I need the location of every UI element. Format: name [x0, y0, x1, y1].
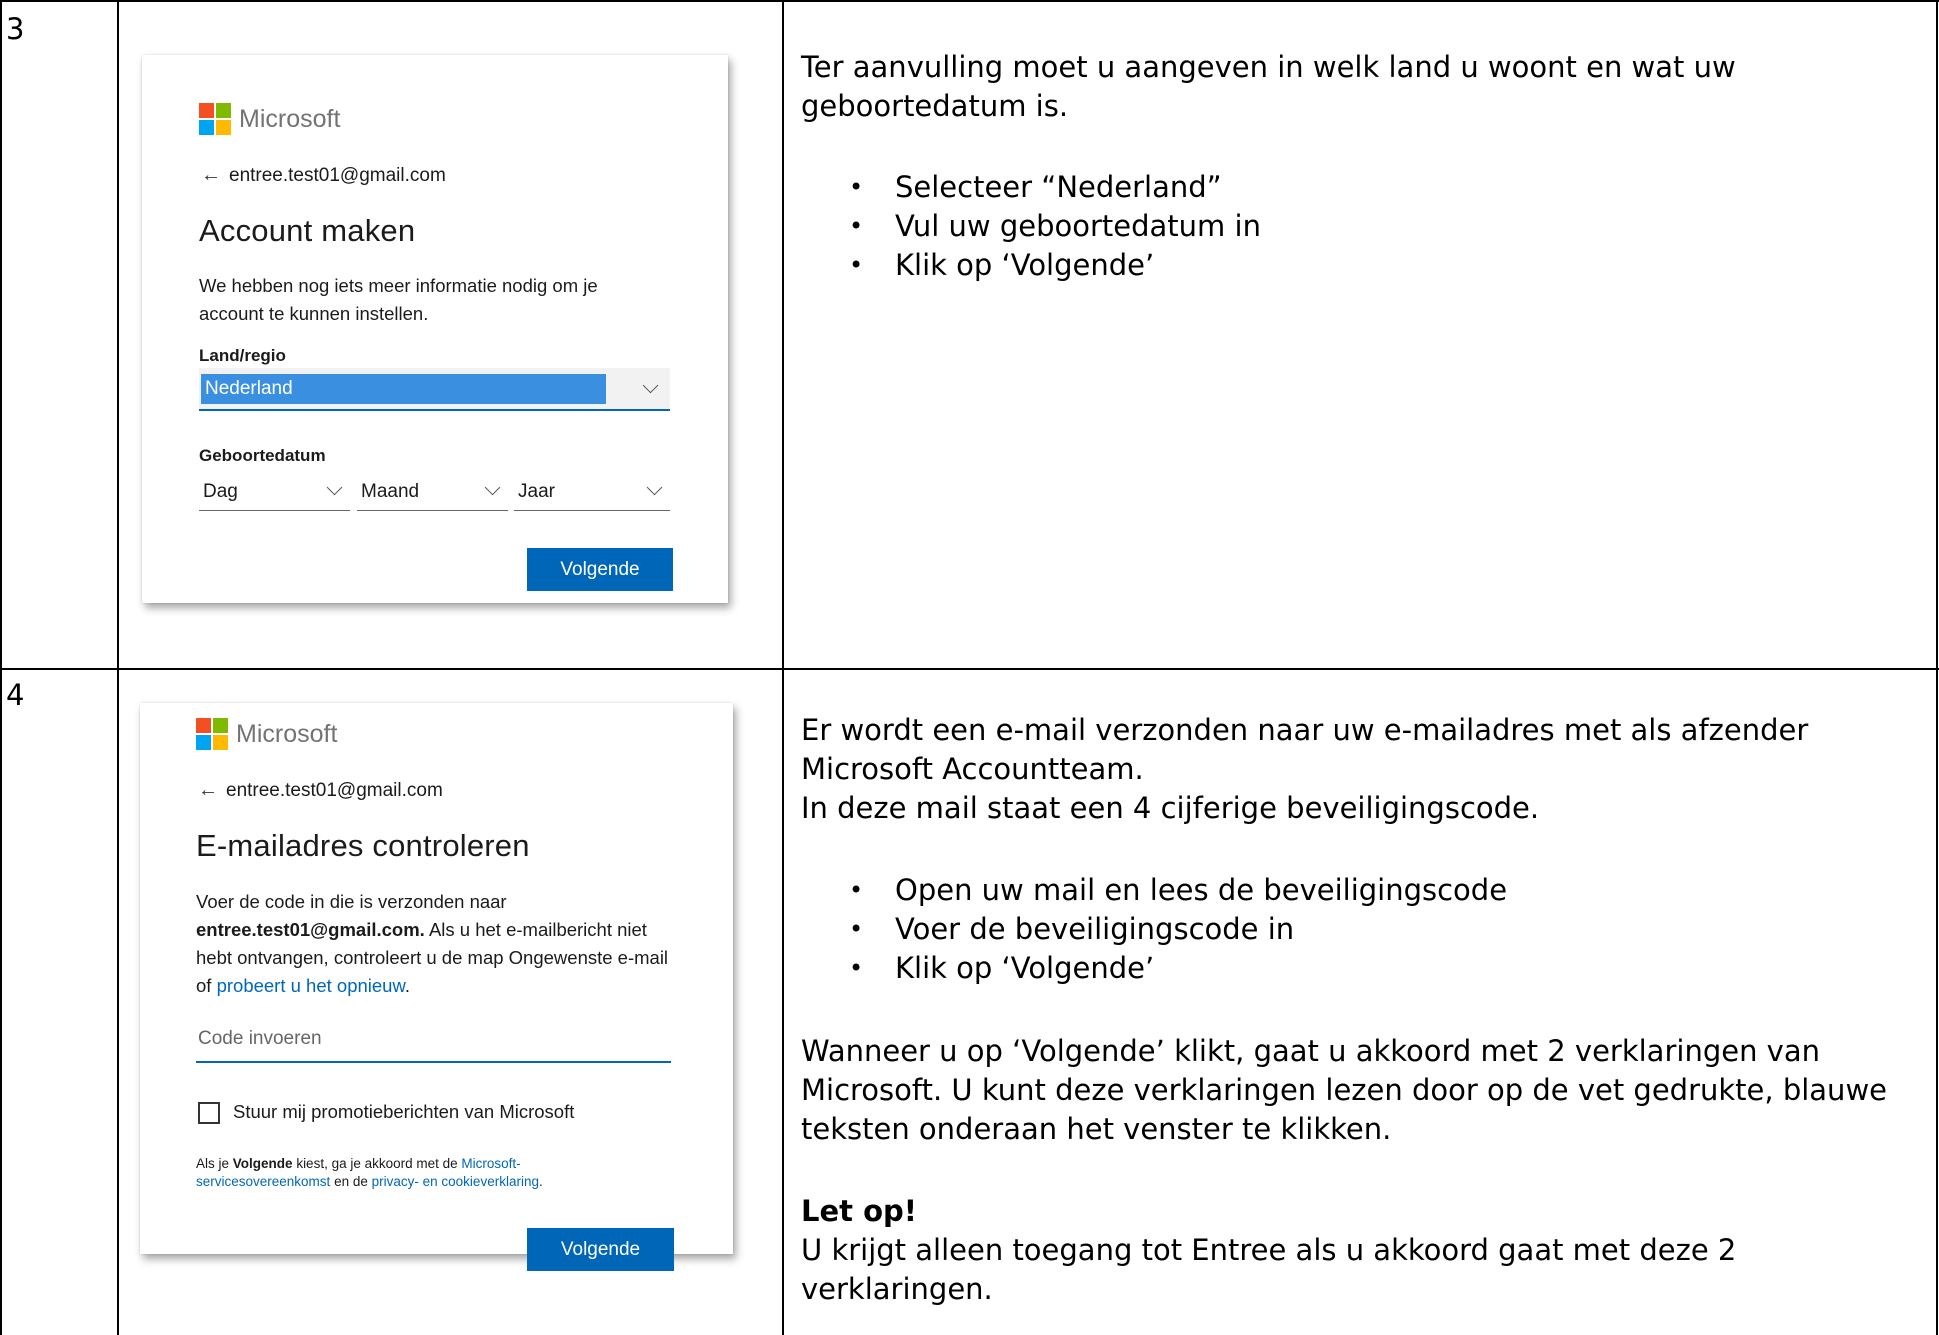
- microsoft-logo-icon: [196, 718, 228, 750]
- card-intro: We hebben nog iets meer informatie nodig…: [199, 275, 598, 324]
- card-title: Account maken: [199, 213, 416, 248]
- instructions-list: Selecteer “Nederland” Vul uw geboortedat…: [849, 168, 1261, 285]
- microsoft-logo: Microsoft: [199, 103, 340, 135]
- intro-text: Voer de code in die is verzonden naar: [196, 891, 507, 912]
- chevron-down-icon: [484, 479, 501, 496]
- microsoft-logo: Microsoft: [196, 718, 337, 750]
- list-item: Open uw mail en lees de beveiligingscode: [849, 871, 1507, 910]
- chevron-down-icon: [326, 479, 343, 496]
- instructions-paragraph-2: In deze mail staat een 4 cijferige bevei…: [801, 791, 1540, 825]
- instructions-paragraph-1: Er wordt een e-mail verzonden naar uw e-…: [801, 713, 1809, 786]
- email-verify-screenshot: Microsoft ← entree.test01@gmail.com E-ma…: [140, 703, 733, 1271]
- instructions-list: Open uw mail en lees de beveiligingscode…: [849, 871, 1507, 988]
- table-border-top: [0, 0, 1939, 2]
- month-select[interactable]: Maand: [357, 473, 508, 511]
- next-button[interactable]: Volgende: [527, 548, 673, 591]
- brand-name: Microsoft: [239, 104, 341, 133]
- step-number: 3: [6, 12, 25, 46]
- instructions-paragraph: Ter aanvulling moet u aangeven in welk l…: [801, 50, 1736, 123]
- privacy-statement-link[interactable]: privacy- en cookieverklaring: [372, 1174, 539, 1189]
- country-select[interactable]: Nederland: [199, 368, 670, 411]
- country-selected-value: Nederland: [201, 373, 606, 404]
- code-input[interactable]: Code invoeren: [196, 1021, 671, 1063]
- brand-name: Microsoft: [236, 719, 338, 748]
- account-email: entree.test01@gmail.com: [229, 164, 446, 186]
- year-select[interactable]: Jaar: [514, 473, 670, 511]
- step-number: 4: [6, 678, 25, 712]
- table-row-divider: [0, 668, 1939, 670]
- terms-and: en de: [334, 1174, 368, 1189]
- list-item: Selecteer “Nederland”: [849, 168, 1261, 207]
- card-intro: Voer de code in die is verzonden naar en…: [196, 888, 676, 1000]
- list-item: Klik op ‘Volgende’: [849, 949, 1507, 988]
- list-item: Klik op ‘Volgende’: [849, 246, 1261, 285]
- account-email: entree.test01@gmail.com: [226, 779, 443, 801]
- microsoft-logo-icon: [199, 103, 231, 135]
- chevron-down-icon: [642, 377, 659, 394]
- warning-title: Let op!: [801, 1194, 918, 1228]
- day-select[interactable]: Dag: [199, 473, 350, 511]
- account-create-screenshot: Microsoft ← entree.test01@gmail.com Acco…: [142, 55, 728, 603]
- promo-checkbox-label: Stuur mij promotieberichten van Microsof…: [233, 1101, 575, 1122]
- terms-middle: kiest, ga je akkoord met de: [296, 1156, 458, 1171]
- terms-text: Als je Volgende kiest, ga je akkoord met…: [196, 1155, 626, 1191]
- chevron-down-icon: [646, 479, 663, 496]
- next-button[interactable]: Volgende: [527, 1228, 674, 1271]
- back-arrow-icon: ←: [198, 779, 218, 801]
- warning-text: U krijgt alleen toegang tot Entree als u…: [801, 1233, 1737, 1306]
- intro-email: entree.test01@gmail.com.: [196, 919, 425, 940]
- list-item: Voer de beveiligingscode in: [849, 910, 1507, 949]
- back-arrow-icon: ←: [201, 164, 221, 186]
- list-item: Vul uw geboortedatum in: [849, 207, 1261, 246]
- back-email-link[interactable]: ← entree.test01@gmail.com: [201, 164, 446, 187]
- card-title: E-mailadres controleren: [196, 828, 530, 863]
- year-placeholder: Jaar: [518, 480, 555, 502]
- promo-checkbox[interactable]: [198, 1102, 220, 1124]
- terms-prefix: Als je: [196, 1156, 230, 1171]
- retry-link[interactable]: probeert u het opnieuw: [217, 975, 405, 996]
- country-label: Land/regio: [199, 346, 286, 365]
- instructions-paragraph-3: Wanneer u op ‘Volgende’ klikt, gaat u ak…: [801, 1034, 1887, 1146]
- day-placeholder: Dag: [203, 480, 238, 502]
- month-placeholder: Maand: [361, 480, 420, 502]
- back-email-link[interactable]: ← entree.test01@gmail.com: [198, 779, 443, 802]
- dob-label: Geboortedatum: [199, 446, 326, 465]
- terms-end: .: [538, 1174, 543, 1189]
- terms-bold: Volgende: [232, 1156, 293, 1171]
- intro-end: .: [404, 975, 410, 996]
